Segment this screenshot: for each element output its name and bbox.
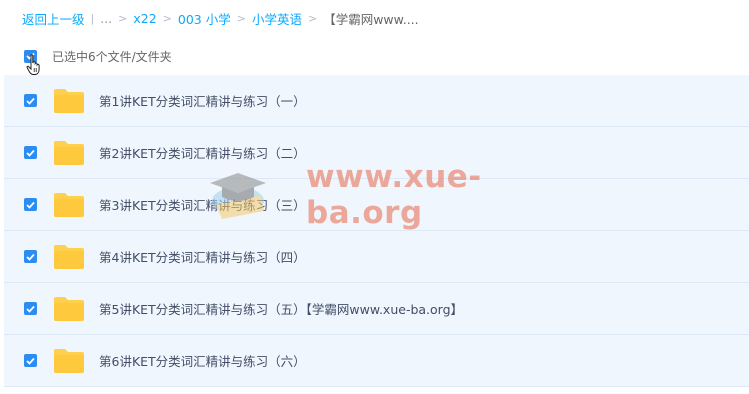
folder-icon	[54, 88, 84, 113]
breadcrumb-chevron-icon: >	[307, 11, 318, 25]
breadcrumb-separator: |	[90, 11, 95, 25]
folder-icon	[54, 192, 84, 217]
file-row[interactable]: 第3讲KET分类词汇精讲与练习（三）	[4, 179, 749, 231]
file-name[interactable]: 第4讲KET分类词汇精讲与练习（四）	[99, 247, 306, 266]
breadcrumb: 返回上一级 | ... > x22 > 003 小学 > 小学英语 > 【学霸网…	[22, 9, 419, 27]
breadcrumb-item-english[interactable]: 小学英语	[252, 9, 302, 28]
file-name[interactable]: 第1讲KET分类词汇精讲与练习（一）	[99, 91, 306, 110]
breadcrumb-item-003[interactable]: 003 小学	[178, 9, 231, 28]
file-name[interactable]: 第6讲KET分类词汇精讲与练习（六）	[99, 351, 306, 370]
checkmark-icon	[26, 253, 35, 261]
breadcrumb-item-x22[interactable]: x22	[133, 11, 156, 26]
checkmark-icon	[26, 149, 35, 157]
selection-count-label: 已选中6个文件/文件夹	[52, 49, 172, 64]
hand-pointer-icon	[26, 54, 40, 75]
file-row[interactable]: 第1讲KET分类词汇精讲与练习（一）	[4, 75, 749, 127]
breadcrumb-ellipsis[interactable]: ...	[100, 11, 112, 26]
file-name[interactable]: 第3讲KET分类词汇精讲与练习（三）	[99, 195, 306, 214]
file-row[interactable]: 第4讲KET分类词汇精讲与练习（四）	[4, 231, 749, 283]
file-checkbox[interactable]	[24, 250, 37, 263]
checkmark-icon	[26, 97, 35, 105]
checkmark-icon	[26, 357, 35, 365]
file-list: 第1讲KET分类词汇精讲与练习（一） 第2讲KET分类词汇精讲与练习（二） 第3…	[4, 75, 749, 387]
file-name[interactable]: 第2讲KET分类词汇精讲与练习（二）	[99, 143, 306, 162]
file-row[interactable]: 第5讲KET分类词汇精讲与练习（五）【学霸网www.xue-ba.org】	[4, 283, 749, 335]
file-checkbox[interactable]	[24, 302, 37, 315]
breadcrumb-current: 【学霸网www....	[323, 11, 419, 27]
checkmark-icon	[26, 201, 35, 209]
folder-icon	[54, 140, 84, 165]
breadcrumb-chevron-icon: >	[162, 11, 172, 25]
folder-icon	[54, 348, 84, 373]
breadcrumb-chevron-icon: >	[236, 11, 246, 25]
back-link[interactable]: 返回上一级	[22, 9, 85, 28]
file-checkbox[interactable]	[24, 354, 37, 367]
breadcrumb-chevron-icon: >	[118, 11, 128, 25]
file-checkbox[interactable]	[24, 94, 37, 107]
selection-bar: 已选中6个文件/文件夹	[0, 44, 749, 68]
file-checkbox[interactable]	[24, 198, 37, 211]
file-name[interactable]: 第5讲KET分类词汇精讲与练习（五）【学霸网www.xue-ba.org】	[99, 299, 463, 318]
file-checkbox[interactable]	[24, 146, 37, 159]
file-row[interactable]: 第6讲KET分类词汇精讲与练习（六）	[4, 335, 749, 387]
file-row[interactable]: 第2讲KET分类词汇精讲与练习（二）	[4, 127, 749, 179]
folder-icon	[54, 296, 84, 321]
folder-icon	[54, 244, 84, 269]
checkmark-icon	[26, 305, 35, 313]
